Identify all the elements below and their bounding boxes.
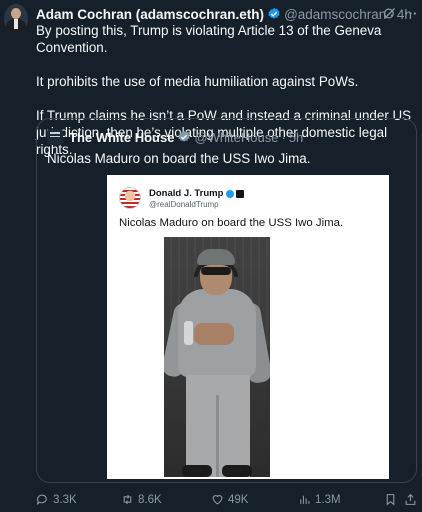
embedded-author-name-row: Donald J. Trump bbox=[149, 188, 245, 199]
author-avatar[interactable] bbox=[4, 4, 28, 34]
verified-badge-icon bbox=[178, 130, 191, 142]
tweet-header: Adam Cochran (adamscochran.eth) @adamsco… bbox=[36, 4, 418, 24]
repost-button[interactable]: 8.6K bbox=[121, 493, 162, 506]
views-icon bbox=[300, 495, 310, 504]
bookmark-button[interactable] bbox=[384, 493, 397, 506]
photo bbox=[164, 237, 270, 477]
reply-button[interactable]: 3.3K bbox=[36, 493, 77, 506]
repost-icon bbox=[123, 494, 132, 505]
quote-author-handle[interactable]: @WhiteHouse bbox=[194, 130, 278, 145]
heart-icon bbox=[212, 495, 223, 505]
embedded-post-image[interactable]: Donald J. Trump @realDonaldTrump Nicolas… bbox=[107, 175, 389, 479]
avatar-face bbox=[11, 8, 21, 19]
author-handle[interactable]: @adamscochran bbox=[284, 7, 386, 22]
reply-icon bbox=[36, 494, 47, 506]
quote-author-name[interactable]: The White House bbox=[69, 130, 174, 145]
verified-badge-icon bbox=[268, 7, 280, 19]
author-name[interactable]: Adam Cochran (adamscochran.eth) bbox=[36, 7, 264, 22]
photo-goggles bbox=[201, 267, 231, 275]
avatar-shirt bbox=[14, 19, 18, 29]
quote-text: Nicolas Maduro on board the USS Iwo Jima… bbox=[47, 151, 311, 166]
views-button[interactable]: 1.3M bbox=[298, 493, 341, 506]
quoted-tweet[interactable]: The White House @WhiteHouse · 5h Nicolas… bbox=[36, 118, 417, 483]
photo-bottle bbox=[184, 321, 193, 345]
tweet-paragraph: It prohibits the use of media humiliatio… bbox=[36, 74, 359, 89]
header-icons bbox=[382, 6, 418, 21]
affiliate-badge-icon bbox=[236, 189, 245, 198]
quote-header: The White House @WhiteHouse · 5h bbox=[47, 129, 303, 145]
white-house-logo-icon[interactable] bbox=[47, 129, 63, 145]
repost-count: 8.6K bbox=[138, 493, 162, 506]
photo-pants bbox=[186, 375, 250, 477]
embedded-author-handle: @realDonaldTrump bbox=[149, 200, 219, 209]
verified-badge-icon bbox=[226, 189, 235, 198]
photo-shoe bbox=[182, 465, 212, 477]
action-bar: 3.3K 8.6K 49K 1.3M bbox=[36, 490, 418, 510]
quote-time[interactable]: 5h bbox=[289, 130, 303, 145]
tweet[interactable]: Adam Cochran (adamscochran.eth) @adamsco… bbox=[0, 0, 422, 512]
bookmark-icon bbox=[386, 494, 395, 506]
photo-cap bbox=[197, 249, 235, 265]
embedded-post-text: Nicolas Maduro on board the USS Iwo Jima… bbox=[119, 217, 344, 229]
photo-hands bbox=[194, 323, 234, 345]
like-count: 49K bbox=[228, 493, 249, 506]
share-button[interactable] bbox=[404, 493, 417, 506]
embedded-author-avatar bbox=[119, 187, 141, 209]
grok-icon[interactable] bbox=[382, 6, 397, 21]
embedded-author-name: Donald J. Trump bbox=[149, 188, 224, 199]
separator-dot: · bbox=[281, 129, 286, 145]
views-count: 1.3M bbox=[315, 493, 341, 506]
more-icon[interactable] bbox=[403, 6, 418, 21]
reply-count: 3.3K bbox=[53, 493, 77, 506]
tweet-paragraph: By posting this, Trump is violating Arti… bbox=[36, 23, 382, 55]
like-button[interactable]: 49K bbox=[211, 493, 248, 506]
photo-shoe bbox=[222, 465, 252, 477]
share-icon bbox=[405, 493, 416, 505]
